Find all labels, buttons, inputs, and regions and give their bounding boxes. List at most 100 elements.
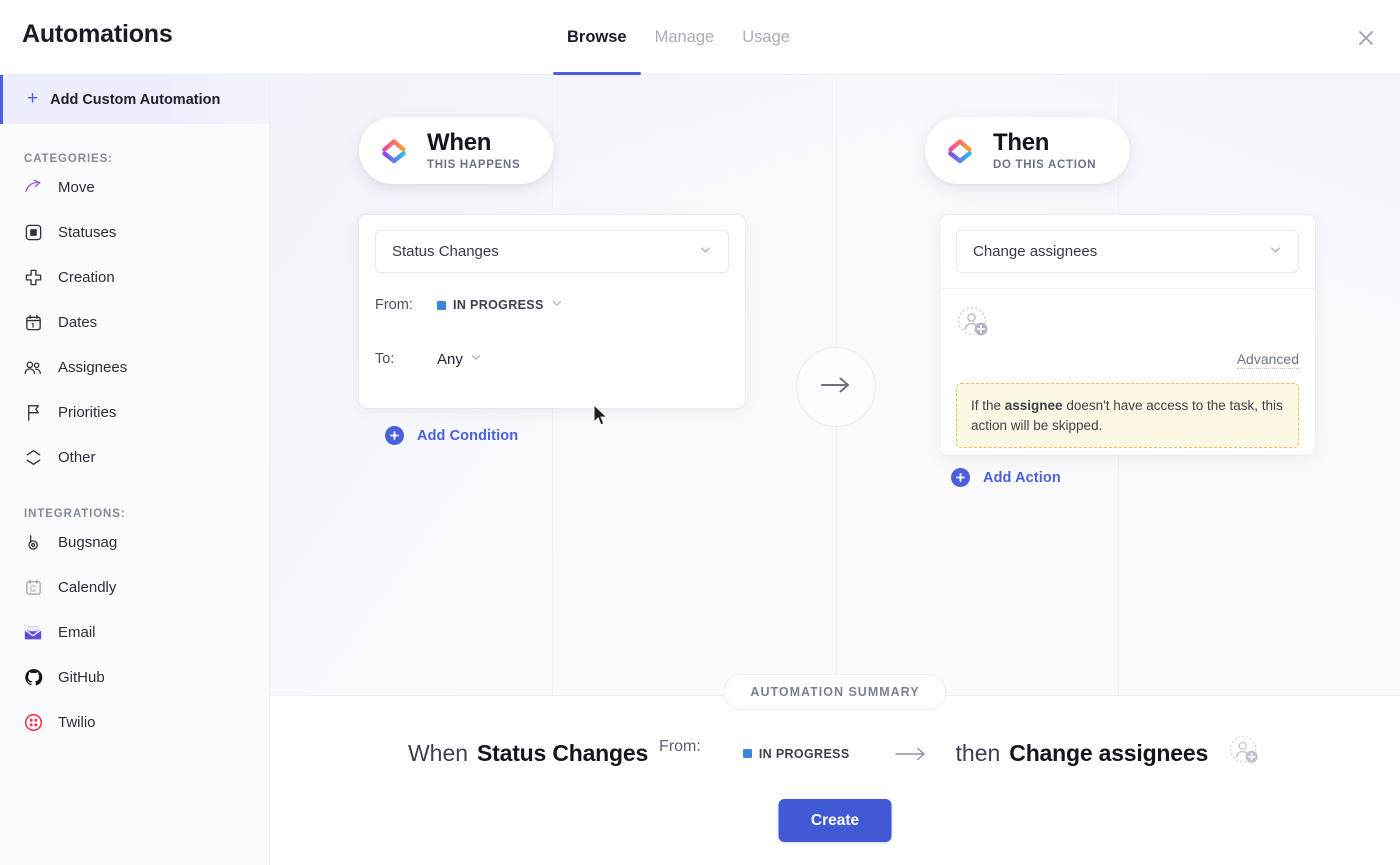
tab-browse-label: Browse [567, 28, 627, 46]
summary-status-label: IN PROGRESS [758, 746, 850, 761]
calendar-icon [22, 312, 44, 334]
action-select-value: Change assignees [973, 243, 1098, 260]
connector-arrow [796, 347, 876, 427]
summary-from-label: From: [659, 738, 701, 755]
categories-section-label: CATEGORIES: [24, 153, 113, 165]
sidebar-item-other[interactable]: Other [0, 435, 269, 480]
sidebar-item-label: Statuses [58, 224, 117, 241]
sidebar-item-label: Calendly [58, 579, 117, 596]
clickup-logo-icon [941, 132, 979, 170]
summary-status: IN PROGRESS [742, 746, 850, 761]
condition-to-label: To: [375, 351, 395, 367]
sidebar-item-label: Dates [58, 314, 98, 331]
add-custom-automation-label: Add Custom Automation [50, 91, 221, 108]
calendly-icon [22, 577, 44, 599]
automation-builder-canvas: When THIS HAPPENS Status Changes From: I… [270, 75, 1400, 695]
plus-cross-icon [22, 267, 44, 289]
chevron-down-icon [699, 243, 712, 261]
tab-bar: Browse Manage Usage [553, 0, 804, 75]
sidebar-item-dates[interactable]: Dates [0, 300, 269, 345]
sidebar-item-label: GitHub [58, 669, 105, 686]
bugsnag-icon [22, 532, 44, 554]
tab-manage-label: Manage [654, 28, 715, 46]
sidebar: + Add Custom Automation CATEGORIES: Move… [0, 75, 270, 865]
sidebar-item-calendly[interactable]: Calendly [0, 565, 269, 610]
sidebar-item-label: Priorities [58, 404, 117, 421]
sidebar-item-label: Assignees [58, 359, 128, 376]
sidebar-item-label: Other [58, 449, 96, 466]
twilio-icon [22, 712, 44, 734]
people-icon [22, 357, 44, 379]
summary-trigger: Status Changes [477, 740, 649, 766]
integrations-section-label: INTEGRATIONS: [24, 508, 126, 520]
sidebar-item-assignees[interactable]: Assignees [0, 345, 269, 390]
sidebar-item-bugsnag[interactable]: Bugsnag [0, 520, 269, 565]
page-title: Automations [22, 20, 173, 48]
plus-circle-icon [385, 426, 404, 445]
tab-usage-label: Usage [742, 28, 790, 46]
assignee-access-warning: If the assignee doesn't have access to t… [956, 383, 1299, 449]
condition-from-status: IN PROGRESS [453, 298, 544, 312]
condition-row-from: From: IN PROGRESS [359, 296, 745, 314]
add-assignee-avatar-icon[interactable] [956, 306, 992, 345]
summary-when-word: When [407, 740, 469, 766]
add-action-label: Add Action [983, 469, 1061, 486]
chevron-down-icon [1269, 243, 1282, 261]
then-pill-subtitle: DO THIS ACTION [993, 159, 1097, 172]
automation-summary-panel: AUTOMATION SUMMARY When Status Changes F… [270, 674, 1400, 865]
chevron-down-icon [470, 350, 482, 368]
email-icon [22, 622, 44, 644]
arrow-right-icon [894, 746, 928, 762]
action-card: Change assignees Advanced If the assigne… [940, 215, 1315, 455]
status-square-icon [22, 222, 44, 244]
plus-circle-icon [951, 468, 970, 487]
close-icon[interactable] [1348, 20, 1384, 56]
sidebar-item-move[interactable]: Move [0, 165, 269, 210]
when-pill-header: When THIS HAPPENS [359, 117, 555, 185]
sidebar-item-twilio[interactable]: Twilio [0, 700, 269, 745]
add-custom-automation-button[interactable]: + Add Custom Automation [0, 75, 269, 124]
sidebar-item-label: Bugsnag [58, 534, 118, 551]
github-icon [22, 667, 44, 689]
tab-manage[interactable]: Manage [641, 0, 729, 75]
action-select[interactable]: Change assignees [956, 230, 1299, 273]
assignee-zone: Advanced If the assignee doesn't have ac… [940, 288, 1315, 462]
sidebar-item-label: Email [58, 624, 96, 641]
sidebar-item-github[interactable]: GitHub [0, 655, 269, 700]
sidebar-item-label: Creation [58, 269, 115, 286]
sidebar-item-statuses[interactable]: Statuses [0, 210, 269, 255]
condition-to-status: Any [437, 350, 463, 368]
layers-icon [22, 447, 44, 469]
add-action-button[interactable]: Add Action [951, 468, 1061, 487]
window-header: Automations Browse Manage Usage [0, 0, 1400, 75]
when-pill-title: When [427, 129, 492, 156]
sidebar-item-priorities[interactable]: Priorities [0, 390, 269, 435]
trigger-select-value: Status Changes [392, 243, 499, 260]
sidebar-item-email[interactable]: Email [0, 610, 269, 655]
add-assignee-avatar-icon [1228, 734, 1262, 773]
when-pill-subtitle: THIS HAPPENS [427, 159, 521, 172]
status-color-swatch [437, 300, 446, 310]
trigger-select[interactable]: Status Changes [375, 230, 729, 273]
trigger-card: Status Changes From: IN PROGRESS To: Any [359, 215, 745, 408]
condition-from-value[interactable]: IN PROGRESS [437, 296, 563, 314]
sidebar-item-creation[interactable]: Creation [0, 255, 269, 300]
automations-window: Automations Browse Manage Usage + Add Cu… [0, 0, 1400, 865]
condition-to-value[interactable]: Any [437, 350, 482, 368]
condition-from-label: From: [375, 297, 413, 313]
warning-prefix: If the [971, 398, 1005, 414]
create-button[interactable]: Create [778, 799, 892, 842]
add-condition-label: Add Condition [417, 427, 519, 444]
summary-line: When Status Changes From: IN PROGRESS th… [270, 734, 1400, 773]
then-pill-title: Then [993, 129, 1050, 156]
add-condition-button[interactable]: Add Condition [385, 426, 518, 445]
status-color-swatch [742, 749, 752, 758]
arrow-right-icon [816, 374, 856, 401]
plus-icon: + [27, 88, 39, 109]
advanced-link[interactable]: Advanced [1236, 350, 1299, 370]
tab-browse[interactable]: Browse [553, 0, 641, 75]
tab-usage[interactable]: Usage [728, 0, 804, 75]
flag-icon [22, 402, 44, 424]
advanced-row: Advanced [956, 350, 1299, 370]
summary-action: Change assignees [1009, 740, 1209, 766]
